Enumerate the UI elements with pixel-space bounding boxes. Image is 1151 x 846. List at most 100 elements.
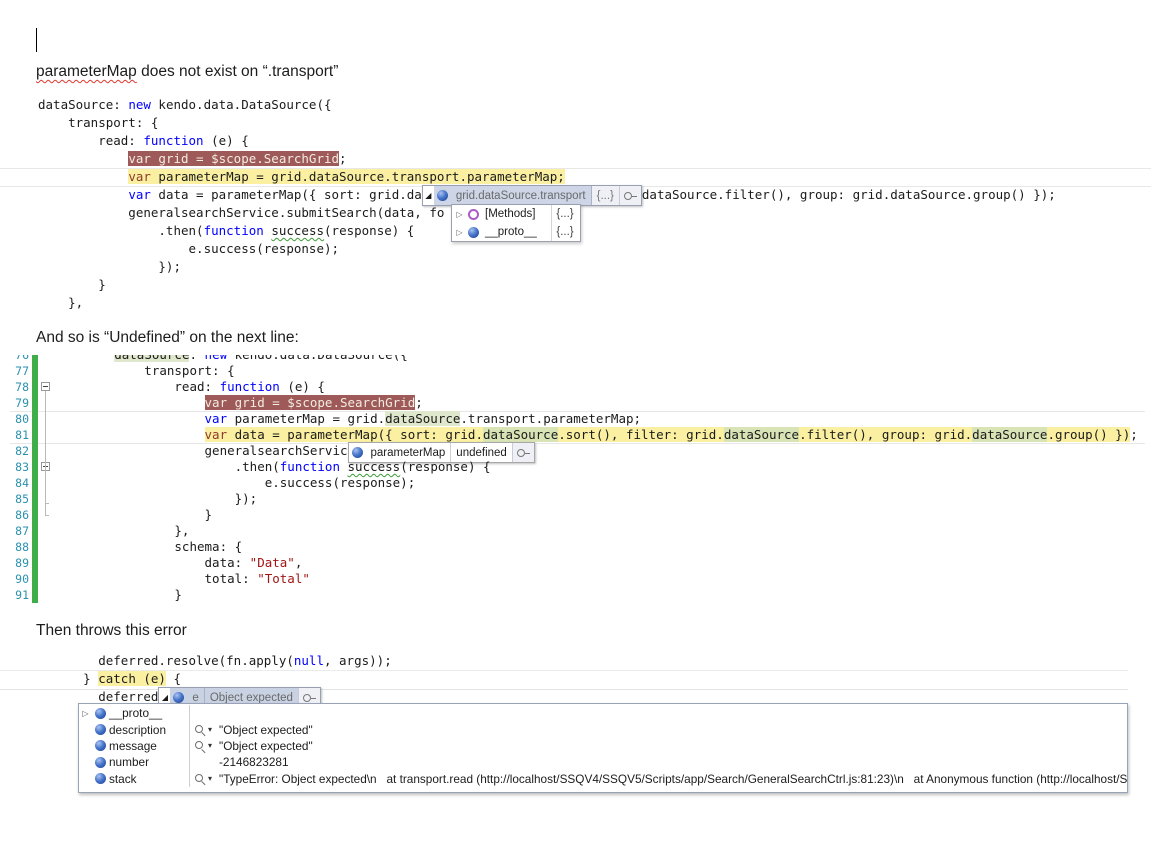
pin-button[interactable] (511, 443, 534, 462)
line-number[interactable]: 90 (10, 571, 32, 587)
code-line-text: e.success(response); (38, 240, 340, 258)
error-property-row[interactable]: stack ▾ "TypeError: Object expected\n at t… (79, 770, 1127, 787)
code-text: }, (38, 295, 84, 310)
text-visualizer-button[interactable]: ▾ (193, 772, 219, 785)
expander-collapsed-icon[interactable]: ▷ (454, 210, 465, 219)
code-line-text: var parameterMap = grid.dataSource.trans… (38, 168, 565, 186)
line-number[interactable]: 86 (10, 507, 32, 523)
code-line-text: e.success(response); (54, 475, 416, 491)
code-text: catch (e) (98, 671, 166, 686)
pin-icon (516, 447, 531, 459)
code-line: 89 data: "Data", (10, 555, 1145, 571)
line-number[interactable]: 89 (10, 555, 32, 571)
line-number[interactable]: 87 (10, 523, 32, 539)
visualizer-caret-icon: ▾ (208, 725, 213, 735)
property-name: number (109, 755, 149, 770)
line-number[interactable]: 81 (10, 427, 32, 443)
text-visualizer-button[interactable]: ▾ (193, 739, 219, 752)
value-orb-icon (436, 190, 448, 201)
code-line: 91 } (10, 587, 1145, 603)
line-number[interactable]: 84 (10, 475, 32, 491)
code-line-text: data: "Data", (54, 555, 303, 571)
code-text: read: (38, 133, 144, 148)
property-value-cell: ▾ "Object expected" (189, 721, 1127, 738)
code-text: }); (38, 259, 181, 274)
line-number[interactable]: 85 (10, 491, 32, 507)
fold-margin (38, 411, 54, 427)
fold-margin (38, 395, 54, 411)
line-number[interactable]: 79 (10, 395, 32, 411)
code-line-text: var parameterMap = grid.dataSource.trans… (54, 411, 641, 427)
error-property-row[interactable]: message ▾ "Object expected" (79, 737, 1127, 755)
line-number[interactable]: 91 (10, 587, 32, 603)
code-line: 77 transport: { (10, 363, 1145, 379)
code-line: 78 read: function (e) { (10, 379, 1145, 395)
visualizer-caret-icon: ▾ (208, 741, 213, 751)
code-text: dataSource: (38, 97, 129, 112)
code-text: total: (54, 571, 258, 586)
line-number[interactable]: 88 (10, 539, 32, 555)
error-property-row[interactable]: number -2146823281 (79, 754, 1127, 771)
code-text: { (165, 671, 182, 686)
code-line-text: schema: { (54, 539, 242, 555)
code-text: kendo.data.DataSource({ (227, 355, 408, 362)
code-text: .transport.parameterMap; (460, 411, 642, 426)
error-property-row[interactable]: description ▾ "Object expected" (79, 721, 1127, 738)
error-property-row[interactable]: ▷ __proto__ (79, 705, 1127, 722)
code-text: data = parameterMap({ sort: grid. (227, 427, 483, 442)
fold-guide-tick (45, 503, 49, 504)
code-text: } (54, 587, 182, 602)
document-canvas: { "headings": { "h1_word": "parameterMap… (0, 0, 1151, 846)
line-number[interactable]: 82 (10, 443, 32, 459)
line-number[interactable]: 80 (10, 411, 32, 427)
code-text: .group() }) (1047, 427, 1131, 442)
datatip-name: grid.dataSource.transport (455, 189, 586, 202)
value-orb-icon (95, 724, 106, 736)
code-line-text: } (38, 276, 106, 294)
misspelled-word: parameterMap (36, 63, 137, 80)
line-number[interactable]: 78 (10, 379, 32, 395)
line-number[interactable]: 76 (10, 355, 32, 363)
expander-collapsed-icon[interactable]: ▷ (454, 228, 465, 237)
member-value: {...} (551, 205, 578, 223)
property-name: message (109, 738, 157, 753)
code-line: 83 .then(function success(response) { (10, 459, 1145, 475)
pin-button[interactable] (618, 186, 641, 205)
code-line-text: total: "Total" (54, 571, 310, 587)
member-name: [Methods] (485, 208, 536, 220)
line-number[interactable]: 83 (10, 459, 32, 475)
fold-collapse-toggle[interactable] (41, 382, 50, 391)
dropdown-row[interactable]: ▷ [Methods] {...} (452, 205, 580, 223)
property-value-cell (189, 705, 1127, 722)
code-line-text: generalsearchService.submitSearch(data, … (38, 204, 444, 222)
property-value: "TypeError: Object expected\n at transpo… (219, 771, 1127, 786)
datatip-expander-icon[interactable]: ◢ (422, 186, 434, 205)
code-text: var (204, 411, 228, 426)
heading-undefined: And so is “Undefined” on the next line: (36, 329, 299, 346)
value-orb-icon (95, 740, 106, 752)
code-line: 90 total: "Total" (10, 571, 1145, 587)
line-number[interactable]: 77 (10, 363, 32, 379)
code-line: 76 dataSource: new kendo.data.DataSource… (10, 355, 1145, 363)
datatip[interactable]: ◢ grid.dataSource.transport {...} (421, 185, 642, 206)
code-text: transport: { (54, 363, 235, 378)
code-text: var (128, 187, 151, 202)
code-text: parameterMap = grid. (227, 411, 386, 426)
fold-margin (38, 491, 54, 507)
expander-collapsed-icon[interactable]: ▷ (79, 709, 92, 718)
property-name: stack (109, 771, 137, 786)
code-line-text: }); (38, 258, 181, 276)
property-value: "Object expected" (219, 722, 313, 737)
code-line: 80 var parameterMap = grid.dataSource.tr… (10, 411, 1145, 427)
code-line-text: }, (54, 523, 189, 539)
code-line-text: .then(function success(response) { (54, 459, 491, 475)
value-orb-icon (468, 226, 479, 238)
fold-guide-line (45, 471, 46, 503)
dropdown-row[interactable]: ▷ __proto__ {...} (452, 223, 580, 241)
code-text: (e) { (203, 133, 249, 148)
text-visualizer-button[interactable]: ▾ (193, 723, 219, 736)
